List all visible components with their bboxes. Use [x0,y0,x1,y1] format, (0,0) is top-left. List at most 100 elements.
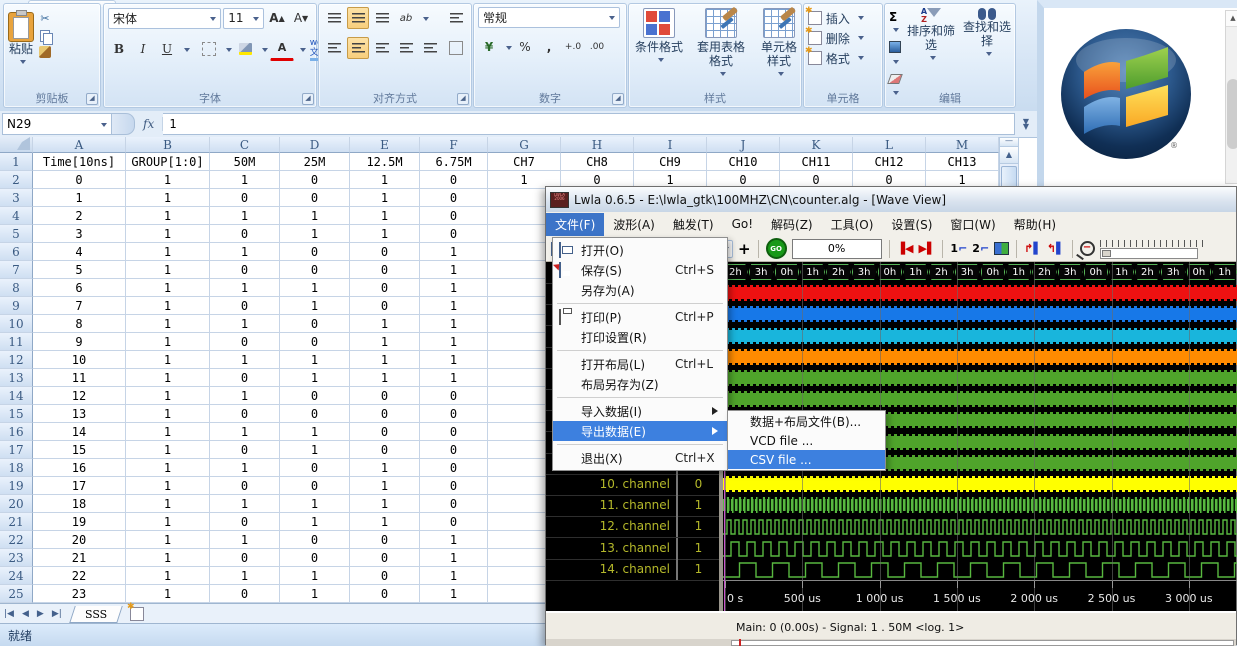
cell[interactable]: 0 [350,423,420,441]
cell[interactable]: 0 [350,405,420,423]
insert-cells-button[interactable]: 插入 [808,10,878,27]
row-header-10[interactable]: 10 [0,315,33,333]
cell[interactable]: 0 [420,423,488,441]
file-menu-item[interactable]: 布局另存为(Z) [553,374,727,394]
cell[interactable]: 1 [280,585,350,603]
cell[interactable]: 1 [280,441,350,459]
column-header-F[interactable]: F [420,137,488,153]
cell[interactable]: 1 [126,531,210,549]
cell[interactable]: 1 [280,495,350,513]
scrollbar-split-handle[interactable]: — [1000,138,1018,147]
cell[interactable]: CH12 [853,153,926,171]
row-header-9[interactable]: 9 [0,297,33,315]
cell[interactable]: 0 [350,261,420,279]
row-header-2[interactable]: 2 [0,171,33,189]
cut-icon[interactable]: ✂ [38,12,52,25]
cell[interactable]: 0 [420,513,488,531]
jump-end-icon[interactable]: ▶▌ [919,242,936,255]
cell[interactable]: CH7 [488,153,561,171]
cell[interactable]: 13 [33,405,126,423]
cell[interactable]: 14 [33,423,126,441]
cell[interactable]: 1 [210,171,280,189]
row-header-21[interactable]: 21 [0,513,33,531]
row-header-24[interactable]: 24 [0,567,33,585]
cell[interactable]: 1 [126,207,210,225]
delete-cells-button[interactable]: 删除 [808,30,878,47]
cell[interactable]: 1 [350,459,420,477]
column-header-C[interactable]: C [210,137,280,153]
cell[interactable]: 1 [420,567,488,585]
column-header-H[interactable]: H [561,137,634,153]
menu-w[interactable]: 窗口(W) [941,213,1004,236]
cell[interactable]: CH9 [634,153,707,171]
formula-input[interactable]: 1 [163,113,1015,135]
column-header-E[interactable]: E [350,137,420,153]
orientation-button[interactable]: ab [395,7,417,29]
cell[interactable]: 1 [350,225,420,243]
jump-start-icon[interactable]: ▐◀ [897,242,914,255]
channel-row[interactable]: 11. channel1 [546,495,719,517]
autosum-button[interactable]: Σ [889,10,901,38]
channel-row[interactable]: 10. channel0 [546,474,719,496]
find-select-button[interactable]: 查找和选择 [959,4,1015,101]
fill-color-button[interactable] [234,38,256,60]
menu-o[interactable]: 工具(O) [822,213,883,236]
italic-button[interactable]: I [132,38,154,60]
row-header-16[interactable]: 16 [0,423,33,441]
sort-filter-button[interactable]: AZ 排序和筛选 [903,4,959,101]
cell[interactable]: 0 [420,477,488,495]
cell[interactable]: 16 [33,459,126,477]
cell[interactable]: 21 [33,549,126,567]
cell[interactable]: 0 [210,549,280,567]
cell[interactable]: 0 [350,531,420,549]
lwla-title-bar[interactable]: LWLA2006 Lwla 0.6.5 - E:\lwla_gtk\100MHZ… [546,187,1236,213]
cell[interactable]: 1 [210,243,280,261]
cell[interactable]: 1 [126,333,210,351]
merge-center-button[interactable] [445,37,467,59]
row-header-13[interactable]: 13 [0,369,33,387]
alignment-dialog-launcher[interactable]: ◢ [457,93,469,105]
cell[interactable]: 1 [420,261,488,279]
cell[interactable]: 1 [420,333,488,351]
file-menu-item[interactable]: 退出(X)Ctrl+X [553,448,727,468]
cell[interactable]: 1 [420,297,488,315]
background-scrollbar-thumb[interactable] [1227,79,1237,149]
cell[interactable]: 1 [280,351,350,369]
cell[interactable]: 0 [210,333,280,351]
cell[interactable]: 1 [126,387,210,405]
grow-font-button[interactable]: A▲ [266,7,288,29]
column-header-G[interactable]: G [488,137,561,153]
cell[interactable]: 1 [280,297,350,315]
row-header-25[interactable]: 25 [0,585,33,603]
font-size-select[interactable]: 11 [223,8,264,29]
row-header-20[interactable]: 20 [0,495,33,513]
prev-sheet-button[interactable]: ◀ [18,609,33,619]
cell[interactable]: 1 [126,189,210,207]
percent-format-button[interactable]: % [514,36,536,58]
name-box[interactable]: N29 [2,113,112,135]
cell[interactable]: 0 [350,279,420,297]
cell[interactable]: Time[10ns] [33,153,126,171]
row-header-12[interactable]: 12 [0,351,33,369]
number-format-select[interactable]: 常规 [478,7,620,28]
sheet-tab-sss[interactable]: SSS [69,606,123,623]
cell[interactable]: 11 [33,369,126,387]
cell[interactable]: 1 [210,207,280,225]
row-header-6[interactable]: 6 [0,243,33,261]
column-header-I[interactable]: I [634,137,707,153]
add-channel-icon[interactable]: + [738,240,751,258]
cell[interactable]: 1 [420,351,488,369]
cell[interactable]: 1 [126,369,210,387]
background-scrollbar[interactable]: ▲ [1225,10,1237,184]
cell[interactable]: 0 [420,405,488,423]
cell[interactable]: 1 [350,369,420,387]
currency-format-button[interactable]: ¥ [478,36,500,58]
cell[interactable]: 2 [33,207,126,225]
cell[interactable]: 1 [420,585,488,603]
menu-t[interactable]: 触发(T) [664,213,723,236]
column-header-M[interactable]: M [926,137,999,153]
cell[interactable]: 0 [210,189,280,207]
cell[interactable]: 0 [280,315,350,333]
cell[interactable]: 0 [350,387,420,405]
cell[interactable]: CH13 [926,153,999,171]
